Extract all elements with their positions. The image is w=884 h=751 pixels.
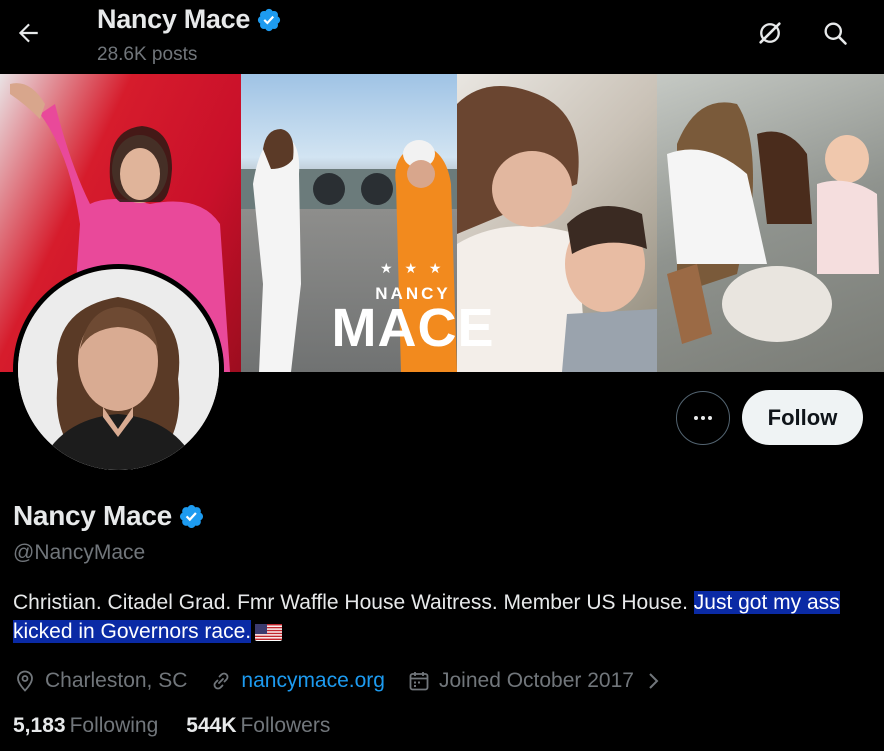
avatar-portrait	[18, 269, 219, 470]
followers-count: 544K	[186, 714, 237, 737]
bio-text: Christian. Citadel Grad. Fmr Waffle Hous…	[13, 591, 694, 614]
banner-figures-dogs	[667, 102, 879, 344]
profile-bio: Christian. Citadel Grad. Fmr Waffle Hous…	[13, 588, 873, 646]
calendar-icon	[409, 672, 429, 691]
profile-name-row: Nancy Mace	[13, 500, 205, 532]
follow-button[interactable]: Follow	[742, 390, 863, 445]
more-options-button[interactable]	[676, 391, 730, 445]
grok-icon	[759, 22, 781, 44]
website-link[interactable]: nancymace.org	[241, 669, 385, 693]
more-horizontal-icon	[694, 416, 712, 420]
header-post-count: 28.6K posts	[97, 44, 198, 65]
location-text: Charleston, SC	[45, 669, 188, 692]
location-pin-icon	[17, 670, 33, 692]
banner-stars: ★ ★ ★	[380, 260, 446, 276]
grok-button[interactable]	[752, 15, 788, 51]
banner-logo: NANCY MACE	[318, 284, 508, 358]
expand-details-button[interactable]	[644, 669, 664, 693]
following-count: 5,183	[13, 714, 66, 737]
arrow-left-icon	[18, 23, 38, 43]
header-name: Nancy Mace	[97, 4, 251, 34]
website-item: nancymace.org	[209, 669, 385, 693]
following-label: Following	[69, 714, 159, 737]
display-name: Nancy Mace	[13, 500, 172, 531]
joined-text: Joined October 2017	[438, 669, 634, 692]
search-button[interactable]	[817, 15, 853, 51]
profile-stats: 5,183 Following 544K Followers	[13, 714, 330, 738]
following-link[interactable]: 5,183 Following	[13, 714, 158, 738]
top-bar: Nancy Mace 28.6K posts	[0, 0, 884, 74]
chevron-right-icon	[649, 673, 659, 689]
verified-badge-icon[interactable]	[178, 503, 205, 530]
location-item: Charleston, SC	[13, 669, 187, 693]
search-icon	[824, 22, 847, 45]
banner-logo-big: MACE	[331, 298, 495, 358]
profile-meta: Charleston, SC nancymace.org Joined Octo…	[13, 665, 664, 697]
header-title-row: Nancy Mace	[97, 4, 282, 35]
us-flag-emoji	[255, 622, 283, 641]
verified-badge-icon	[257, 8, 281, 31]
avatar-photo	[18, 269, 219, 470]
followers-link[interactable]: 544K Followers	[186, 714, 330, 738]
banner-photo-dogs	[657, 74, 884, 372]
joined-item: Joined October 2017	[407, 669, 634, 693]
followers-label: Followers	[240, 714, 331, 737]
profile-avatar[interactable]	[13, 264, 224, 475]
back-button[interactable]	[10, 15, 46, 51]
link-icon	[213, 672, 229, 690]
profile-handle: @NancyMace	[13, 541, 146, 564]
